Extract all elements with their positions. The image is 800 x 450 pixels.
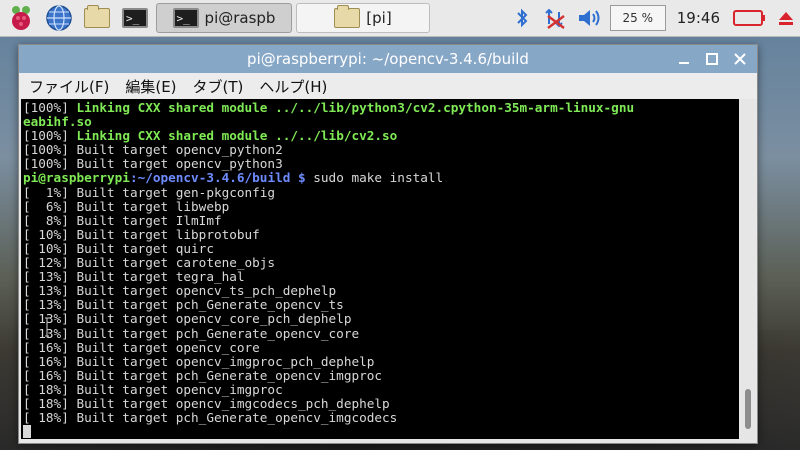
eject-icon[interactable] [772, 3, 800, 33]
taskbar: >_ >_ pi@raspb [pi] 25 % 19:46 [0, 0, 800, 37]
menu-tabs[interactable]: タブ(T) [193, 76, 244, 97]
window-controls [673, 49, 751, 69]
cpu-monitor[interactable]: 25 % [607, 3, 669, 33]
menu-file[interactable]: ファイル(F) [29, 76, 109, 97]
raspberry-menu-icon[interactable] [4, 3, 38, 33]
battery-low-icon[interactable] [728, 3, 772, 33]
scrollbar-thumb[interactable] [745, 389, 751, 429]
terminal-line: [ 13%] Built target pch_Generate_opencv_… [23, 325, 360, 341]
close-icon[interactable] [729, 49, 751, 69]
taskbar-task-terminal[interactable]: >_ pi@raspb [156, 3, 292, 33]
terminal-cursor-line [23, 425, 739, 439]
bluetooth-icon[interactable] [507, 3, 537, 33]
terminal-line: [ 10%] Built target quirc [23, 240, 214, 256]
terminal-line: eabihf.so [23, 114, 92, 130]
text-cursor [23, 425, 31, 439]
volume-icon[interactable] [573, 3, 607, 33]
terminal-output[interactable]: [100%] Linking CXX shared module ../../l… [21, 99, 739, 439]
terminal-line: [ 8%] Built target IlmImf [23, 212, 222, 228]
taskbar-task-file-manager[interactable]: [pi] [296, 3, 430, 33]
task-label: [pi] [366, 9, 392, 27]
cpu-usage-label: 25 % [609, 5, 666, 31]
network-disconnected-icon[interactable] [537, 3, 573, 33]
terminal-window: pi@raspberrypi: ~/opencv-3.4.6/build ファイ… [18, 44, 758, 444]
terminal-line: [ 12%] Built target carotene_objs [23, 255, 276, 271]
terminal-launcher-icon[interactable]: >_ [118, 3, 152, 33]
terminal-line: [100%] Linking CXX shared module ../../l… [23, 100, 635, 115]
folder-icon [334, 5, 361, 28]
system-tray: 25 % 19:46 [507, 0, 800, 36]
terminal-line: [ 16%] Built target pch_Generate_opencv_… [23, 367, 383, 383]
terminal-line: [100%] Built target opencv_python3 [23, 156, 283, 172]
terminal-line: [ 16%] Built target opencv_imgproc_pch_d… [23, 353, 375, 369]
terminal-line: [ 18%] Built target opencv_imgcodecs_pch… [23, 395, 390, 411]
clock-label: 19:46 [676, 9, 720, 27]
terminal-prompt-line: pi@raspberrypi:~/opencv-3.4.6/build $ su… [23, 171, 739, 185]
minimize-icon[interactable] [673, 49, 695, 69]
clock[interactable]: 19:46 [669, 3, 728, 33]
terminal-line: [100%] Built target opencv_python2 [23, 142, 283, 158]
terminal-line: [ 13%] Built target opencv_ts_pch_dephel… [23, 283, 337, 299]
window-titlebar[interactable]: pi@raspberrypi: ~/opencv-3.4.6/build [19, 45, 757, 73]
terminal-line: [ 10%] Built target libprotobuf [23, 226, 260, 242]
ibeam-cursor-icon [45, 317, 49, 337]
menu-bar: ファイル(F) 編集(E) タブ(T) ヘルプ(H) [19, 73, 757, 99]
menu-help[interactable]: ヘルプ(H) [259, 76, 327, 97]
terminal-line: [ 13%] Built target opencv_core_pch_deph… [23, 311, 352, 327]
file-manager-icon[interactable] [80, 3, 114, 33]
menu-edit[interactable]: 編集(E) [125, 76, 176, 97]
task-label: pi@raspb [204, 9, 276, 27]
terminal-line: [ 18%] Built target pch_Generate_opencv_… [23, 410, 398, 426]
terminal-scrollbar[interactable] [741, 99, 755, 439]
web-browser-icon[interactable] [42, 3, 76, 33]
terminal-line: [ 1%] Built target gen-pkgconfig [23, 184, 276, 200]
terminal-line: [ 13%] Built target pch_Generate_opencv_… [23, 297, 344, 313]
terminal-line: [ 6%] Built target libwebp [23, 198, 230, 214]
maximize-icon[interactable] [701, 49, 723, 69]
terminal-icon: >_ [172, 8, 199, 28]
window-title: pi@raspberrypi: ~/opencv-3.4.6/build [247, 50, 529, 68]
terminal-line: [ 13%] Built target tegra_hal [23, 269, 245, 285]
prompt-user: pi@raspberrypi [23, 170, 130, 186]
terminal-line: [100%] Linking CXX shared module ../../l… [23, 128, 398, 144]
terminal-line: [ 16%] Built target opencv_core [23, 339, 260, 355]
terminal-line: [ 18%] Built target opencv_imgproc [23, 381, 283, 397]
prompt-command: sudo make install [305, 170, 444, 186]
prompt-path: :~/opencv-3.4.6/build $ [129, 170, 306, 186]
